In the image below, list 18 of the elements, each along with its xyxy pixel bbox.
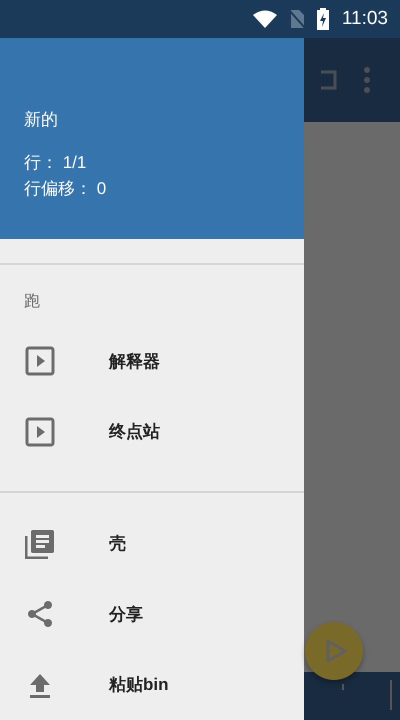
drawer-item[interactable]: 终点站	[0, 396, 304, 468]
status-time: 11:03	[342, 8, 388, 30]
file-info: 行偏移： 0	[24, 178, 108, 200]
library-icon	[25, 528, 55, 559]
play-icon	[325, 639, 347, 663]
file-info: 行： 1/1	[24, 152, 88, 174]
battery-charging-icon	[316, 8, 330, 30]
drawer-item[interactable]: 分享	[0, 578, 304, 650]
more-icon[interactable]	[363, 67, 371, 93]
section-title: 跑	[23, 290, 41, 312]
play-icon	[25, 346, 55, 376]
drawer-item[interactable]: 解释器	[0, 326, 304, 397]
drawer-item[interactable]: 粘贴bin	[0, 649, 304, 720]
file-title: 新的	[24, 109, 59, 132]
wifi-icon	[252, 9, 278, 29]
drawer-item[interactable]: 壳	[0, 508, 304, 579]
share-icon	[25, 599, 55, 630]
play-icon	[25, 416, 55, 447]
